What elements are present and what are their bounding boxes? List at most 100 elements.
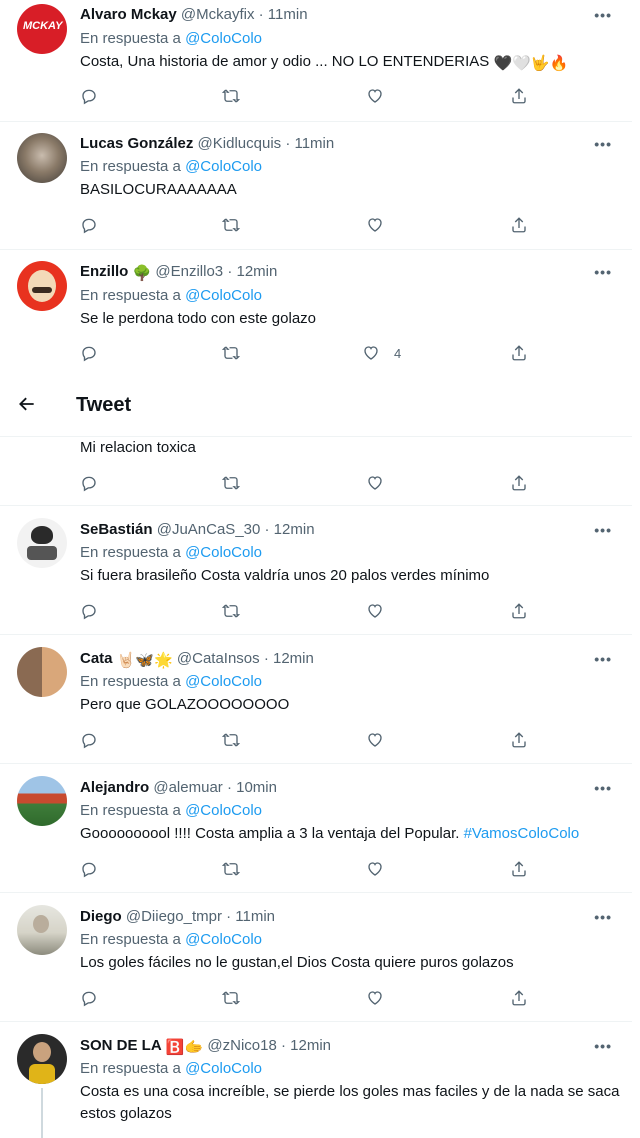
hashtag-link[interactable]: #VamosColoColo bbox=[464, 825, 580, 842]
more-options-icon[interactable]: ••• bbox=[594, 910, 612, 924]
avatar[interactable] bbox=[17, 776, 67, 826]
mention-link[interactable]: @ColoColo bbox=[185, 931, 262, 948]
user-name[interactable]: Lucas González bbox=[80, 135, 193, 152]
user-handle[interactable]: @Enzillo3 bbox=[155, 263, 223, 280]
tweet-time[interactable]: · 10min bbox=[227, 779, 277, 796]
tweet-time[interactable]: · 12min bbox=[227, 263, 277, 280]
more-options-icon[interactable]: ••• bbox=[594, 265, 612, 279]
retweet-button[interactable] bbox=[222, 215, 240, 235]
tweet-item[interactable]: Diego @Diiego_tmpr · 11min ••• En respue… bbox=[0, 893, 632, 1022]
tweet-text-content: Goooooooool !!!! Costa amplia a 3 la ven… bbox=[80, 825, 460, 842]
share-button[interactable] bbox=[510, 343, 528, 363]
retweet-button[interactable] bbox=[222, 343, 240, 363]
like-button[interactable] bbox=[366, 86, 384, 106]
tweet-time[interactable]: · 12min bbox=[281, 1037, 331, 1054]
reply-prefix: En respuesta a bbox=[80, 30, 181, 47]
share-button[interactable] bbox=[510, 859, 528, 879]
user-handle[interactable]: @JuAnCaS_30 bbox=[157, 521, 261, 538]
avatar[interactable] bbox=[17, 261, 67, 311]
user-handle[interactable]: @Kidlucquis bbox=[198, 135, 282, 152]
avatar[interactable] bbox=[17, 518, 67, 568]
reply-button[interactable] bbox=[80, 730, 98, 750]
like-button[interactable] bbox=[366, 988, 384, 1008]
more-options-icon[interactable]: ••• bbox=[594, 652, 612, 666]
tweet-header: SON DE LA 🅱️🫱 @zNico18 · 12min bbox=[80, 1036, 331, 1058]
share-button[interactable] bbox=[510, 86, 528, 106]
back-button[interactable] bbox=[17, 394, 37, 418]
more-options-icon[interactable]: ••• bbox=[594, 137, 612, 151]
retweet-button[interactable] bbox=[222, 473, 240, 493]
tweet-actions: 4 bbox=[80, 343, 530, 363]
retweet-icon bbox=[222, 218, 240, 232]
mention-link[interactable]: @ColoColo bbox=[185, 673, 262, 690]
user-handle[interactable]: @alemuar bbox=[153, 779, 222, 796]
user-name[interactable]: Cata bbox=[80, 650, 113, 667]
reply-button[interactable] bbox=[80, 859, 98, 879]
like-button[interactable] bbox=[366, 601, 384, 621]
retweet-button[interactable] bbox=[222, 730, 240, 750]
more-options-icon[interactable]: ••• bbox=[594, 8, 612, 22]
reply-prefix: En respuesta a bbox=[80, 544, 181, 561]
tweet-time[interactable]: · 12min bbox=[265, 521, 315, 538]
tweet-item[interactable]: Alejandro @alemuar · 10min ••• En respue… bbox=[0, 764, 632, 893]
reply-button[interactable] bbox=[80, 601, 98, 621]
avatar[interactable] bbox=[17, 1034, 67, 1084]
share-button[interactable] bbox=[510, 601, 528, 621]
more-options-icon[interactable]: ••• bbox=[594, 523, 612, 537]
user-name[interactable]: Alvaro Mckay bbox=[80, 6, 177, 23]
avatar[interactable] bbox=[17, 647, 67, 697]
mention-link[interactable]: @ColoColo bbox=[185, 30, 262, 47]
mention-link[interactable]: @ColoColo bbox=[185, 802, 262, 819]
mention-link[interactable]: @ColoColo bbox=[185, 287, 262, 304]
tweet-header: Cata 🤘🏻🦋🌟 @CataInsos · 12min bbox=[80, 649, 314, 671]
retweet-button[interactable] bbox=[222, 859, 240, 879]
tweet-item[interactable]: SON DE LA 🅱️🫱 @zNico18 · 12min ••• En re… bbox=[0, 1022, 632, 1138]
mention-link[interactable]: @ColoColo bbox=[185, 544, 262, 561]
reply-button[interactable] bbox=[80, 988, 98, 1008]
tweet-time[interactable]: · 12min bbox=[264, 650, 314, 667]
retweet-button[interactable] bbox=[222, 988, 240, 1008]
user-handle[interactable]: @Mckayfix bbox=[181, 6, 255, 23]
avatar[interactable] bbox=[17, 905, 67, 955]
tweet-item[interactable]: MCKAY Alvaro Mckay @Mckayfix · 11min •••… bbox=[0, 0, 632, 122]
reply-icon bbox=[82, 733, 96, 749]
more-options-icon[interactable]: ••• bbox=[594, 1039, 612, 1053]
avatar[interactable]: MCKAY bbox=[17, 4, 67, 54]
tweet-time[interactable]: · 11min bbox=[285, 135, 334, 152]
share-button[interactable] bbox=[510, 730, 528, 750]
mention-link[interactable]: @ColoColo bbox=[185, 158, 262, 175]
user-name[interactable]: Diego bbox=[80, 908, 122, 925]
like-button[interactable]: 4 bbox=[362, 343, 401, 363]
tweet-item[interactable]: Cata 🤘🏻🦋🌟 @CataInsos · 12min ••• En resp… bbox=[0, 635, 632, 764]
retweet-icon bbox=[222, 862, 240, 876]
retweet-button[interactable] bbox=[222, 601, 240, 621]
share-button[interactable] bbox=[510, 215, 528, 235]
like-button[interactable] bbox=[366, 859, 384, 879]
like-button[interactable] bbox=[366, 215, 384, 235]
tweet-time[interactable]: · 11min bbox=[259, 6, 308, 23]
share-button[interactable] bbox=[510, 988, 528, 1008]
tweet-item[interactable]: SeBastián @JuAnCaS_30 · 12min ••• En res… bbox=[0, 506, 632, 635]
tweet-time[interactable]: · 11min bbox=[226, 908, 275, 925]
avatar[interactable] bbox=[17, 133, 67, 183]
like-button[interactable] bbox=[366, 730, 384, 750]
reply-button[interactable] bbox=[80, 343, 98, 363]
user-name[interactable]: SON DE LA bbox=[80, 1037, 162, 1054]
tweet-item[interactable]: Mi relacion toxica bbox=[0, 436, 632, 506]
retweet-button[interactable] bbox=[222, 86, 240, 106]
user-name[interactable]: SeBastián bbox=[80, 521, 153, 538]
user-handle[interactable]: @Diiego_tmpr bbox=[126, 908, 222, 925]
user-name[interactable]: Enzillo bbox=[80, 263, 128, 280]
reply-button[interactable] bbox=[80, 86, 98, 106]
tweet-item[interactable]: Enzillo 🌳 @Enzillo3 · 12min ••• En respu… bbox=[0, 250, 632, 378]
reply-button[interactable] bbox=[80, 473, 98, 493]
like-button[interactable] bbox=[366, 473, 384, 493]
share-button[interactable] bbox=[510, 473, 528, 493]
mention-link[interactable]: @ColoColo bbox=[185, 1060, 262, 1077]
user-handle[interactable]: @CataInsos bbox=[177, 650, 260, 667]
user-handle[interactable]: @zNico18 bbox=[207, 1037, 276, 1054]
user-name[interactable]: Alejandro bbox=[80, 779, 149, 796]
reply-button[interactable] bbox=[80, 215, 98, 235]
tweet-item[interactable]: Lucas González @Kidlucquis · 11min ••• E… bbox=[0, 122, 632, 250]
more-options-icon[interactable]: ••• bbox=[594, 781, 612, 795]
